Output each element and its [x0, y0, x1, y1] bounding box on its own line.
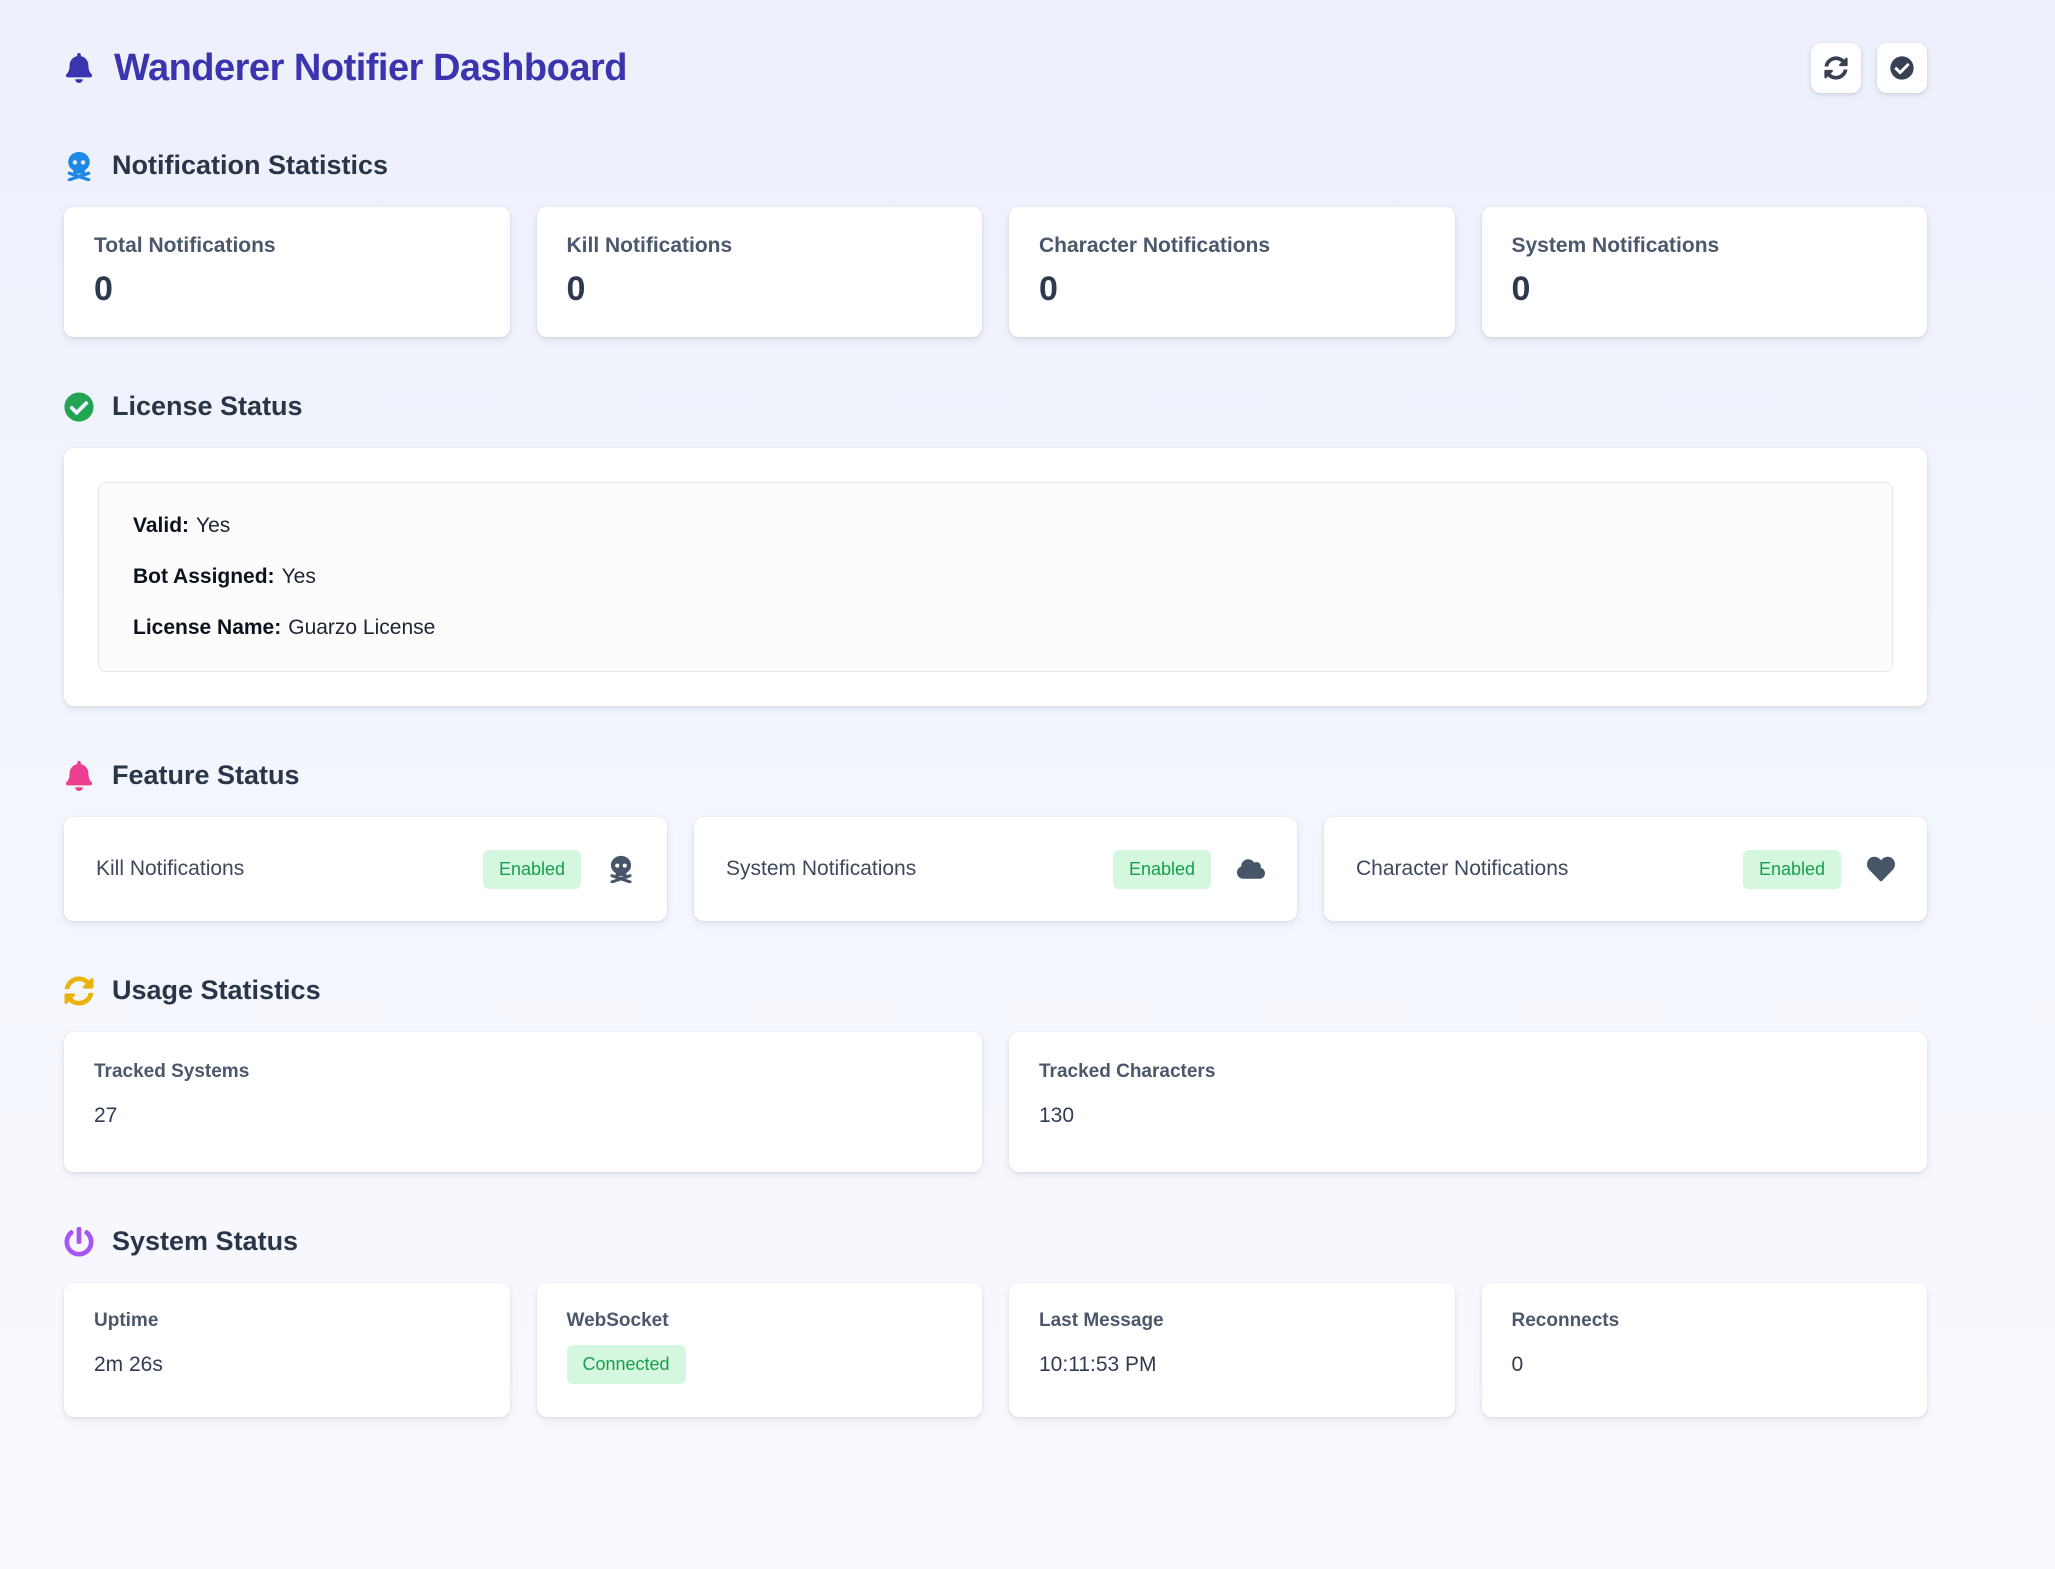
status-badge: Enabled: [483, 850, 581, 889]
notification-statistics-grid: Total Notifications 0 Kill Notifications…: [64, 207, 1927, 337]
stat-value: 0: [567, 270, 953, 309]
system-value: 10:11:53 PM: [1039, 1353, 1425, 1377]
license-bot-assigned-line: Bot Assigned: Yes: [133, 565, 1858, 589]
license-name-line: License Name: Guarzo License: [133, 616, 1858, 640]
status-badge: Enabled: [1743, 850, 1841, 889]
skull-crossbones-icon: [64, 151, 94, 181]
section-header-usage-statistics: Usage Statistics: [64, 975, 1927, 1006]
page-header: Wanderer Notifier Dashboard: [64, 40, 1927, 96]
stat-value: 0: [94, 270, 480, 309]
usage-value: 27: [94, 1104, 952, 1128]
system-label: Last Message: [1039, 1310, 1425, 1332]
license-valid-line: Valid: Yes: [133, 514, 1858, 538]
stat-card-kill-notifications: Kill Notifications 0: [537, 207, 983, 337]
usage-card-tracked-systems: Tracked Systems 27: [64, 1032, 982, 1172]
section-header-notification-statistics: Notification Statistics: [64, 150, 1927, 181]
dashboard-page: Wanderer Notifier Dashboard Notification…: [0, 0, 2055, 1417]
usage-card-tracked-characters: Tracked Characters 130: [1009, 1032, 1927, 1172]
feature-card-kill-notifications: Kill Notifications Enabled: [64, 817, 667, 921]
usage-label: Tracked Characters: [1039, 1061, 1897, 1083]
usage-label: Tracked Systems: [94, 1061, 952, 1083]
license-field-value: Guarzo License: [288, 616, 435, 639]
page-title: Wanderer Notifier Dashboard: [114, 47, 627, 90]
system-value: 2m 26s: [94, 1353, 480, 1377]
stat-label: Character Notifications: [1039, 234, 1425, 258]
bell-icon: [64, 53, 94, 83]
system-label: Uptime: [94, 1310, 480, 1332]
section-title: Notification Statistics: [112, 150, 388, 181]
feature-label: System Notifications: [726, 857, 916, 881]
license-field-value: Yes: [196, 514, 230, 537]
license-field-value: Yes: [282, 565, 316, 588]
usage-statistics-grid: Tracked Systems 27 Tracked Characters 13…: [64, 1032, 1927, 1172]
section-title: System Status: [112, 1226, 298, 1257]
cloud-icon: [1237, 855, 1265, 883]
stat-value: 0: [1512, 270, 1898, 309]
system-status-grid: Uptime 2m 26s WebSocket Connected Last M…: [64, 1283, 1927, 1417]
license-panel: Valid: Yes Bot Assigned: Yes License Name:…: [98, 482, 1893, 672]
feature-label: Character Notifications: [1356, 857, 1568, 881]
section-header-license-status: License Status: [64, 391, 1927, 422]
websocket-status-badge: Connected: [567, 1345, 686, 1384]
check-circle-icon: [1890, 56, 1914, 80]
system-card-reconnects: Reconnects 0: [1482, 1283, 1928, 1417]
stat-card-character-notifications: Character Notifications 0: [1009, 207, 1455, 337]
system-value: 0: [1512, 1353, 1898, 1377]
usage-value: 130: [1039, 1104, 1897, 1128]
stat-value: 0: [1039, 270, 1425, 309]
sync-icon: [64, 976, 94, 1006]
feature-label: Kill Notifications: [96, 857, 244, 881]
stat-card-system-notifications: System Notifications 0: [1482, 207, 1928, 337]
stat-label: System Notifications: [1512, 234, 1898, 258]
system-card-uptime: Uptime 2m 26s: [64, 1283, 510, 1417]
feature-card-character-notifications: Character Notifications Enabled: [1324, 817, 1927, 921]
section-header-system-status: System Status: [64, 1226, 1927, 1257]
refresh-icon: [1824, 56, 1848, 80]
stat-label: Kill Notifications: [567, 234, 953, 258]
system-label: WebSocket: [567, 1310, 953, 1332]
check-circle-icon: [64, 392, 94, 422]
refresh-button[interactable]: [1811, 43, 1861, 93]
status-check-button[interactable]: [1877, 43, 1927, 93]
bell-icon: [64, 761, 94, 791]
license-field-label: Bot Assigned:: [133, 565, 275, 588]
system-card-last-message: Last Message 10:11:53 PM: [1009, 1283, 1455, 1417]
heart-icon: [1867, 855, 1895, 883]
section-title: Feature Status: [112, 760, 300, 791]
system-label: Reconnects: [1512, 1310, 1898, 1332]
skull-crossbones-icon: [607, 855, 635, 883]
license-field-label: License Name:: [133, 616, 281, 639]
feature-card-system-notifications: System Notifications Enabled: [694, 817, 1297, 921]
stat-label: Total Notifications: [94, 234, 480, 258]
section-title: Usage Statistics: [112, 975, 321, 1006]
license-field-label: Valid:: [133, 514, 189, 537]
status-badge: Enabled: [1113, 850, 1211, 889]
power-icon: [64, 1227, 94, 1257]
section-header-feature-status: Feature Status: [64, 760, 1927, 791]
system-card-websocket: WebSocket Connected: [537, 1283, 983, 1417]
license-card: Valid: Yes Bot Assigned: Yes License Name:…: [64, 448, 1927, 706]
stat-card-total-notifications: Total Notifications 0: [64, 207, 510, 337]
section-title: License Status: [112, 391, 303, 422]
feature-status-grid: Kill Notifications Enabled System Notifi…: [64, 817, 1927, 921]
